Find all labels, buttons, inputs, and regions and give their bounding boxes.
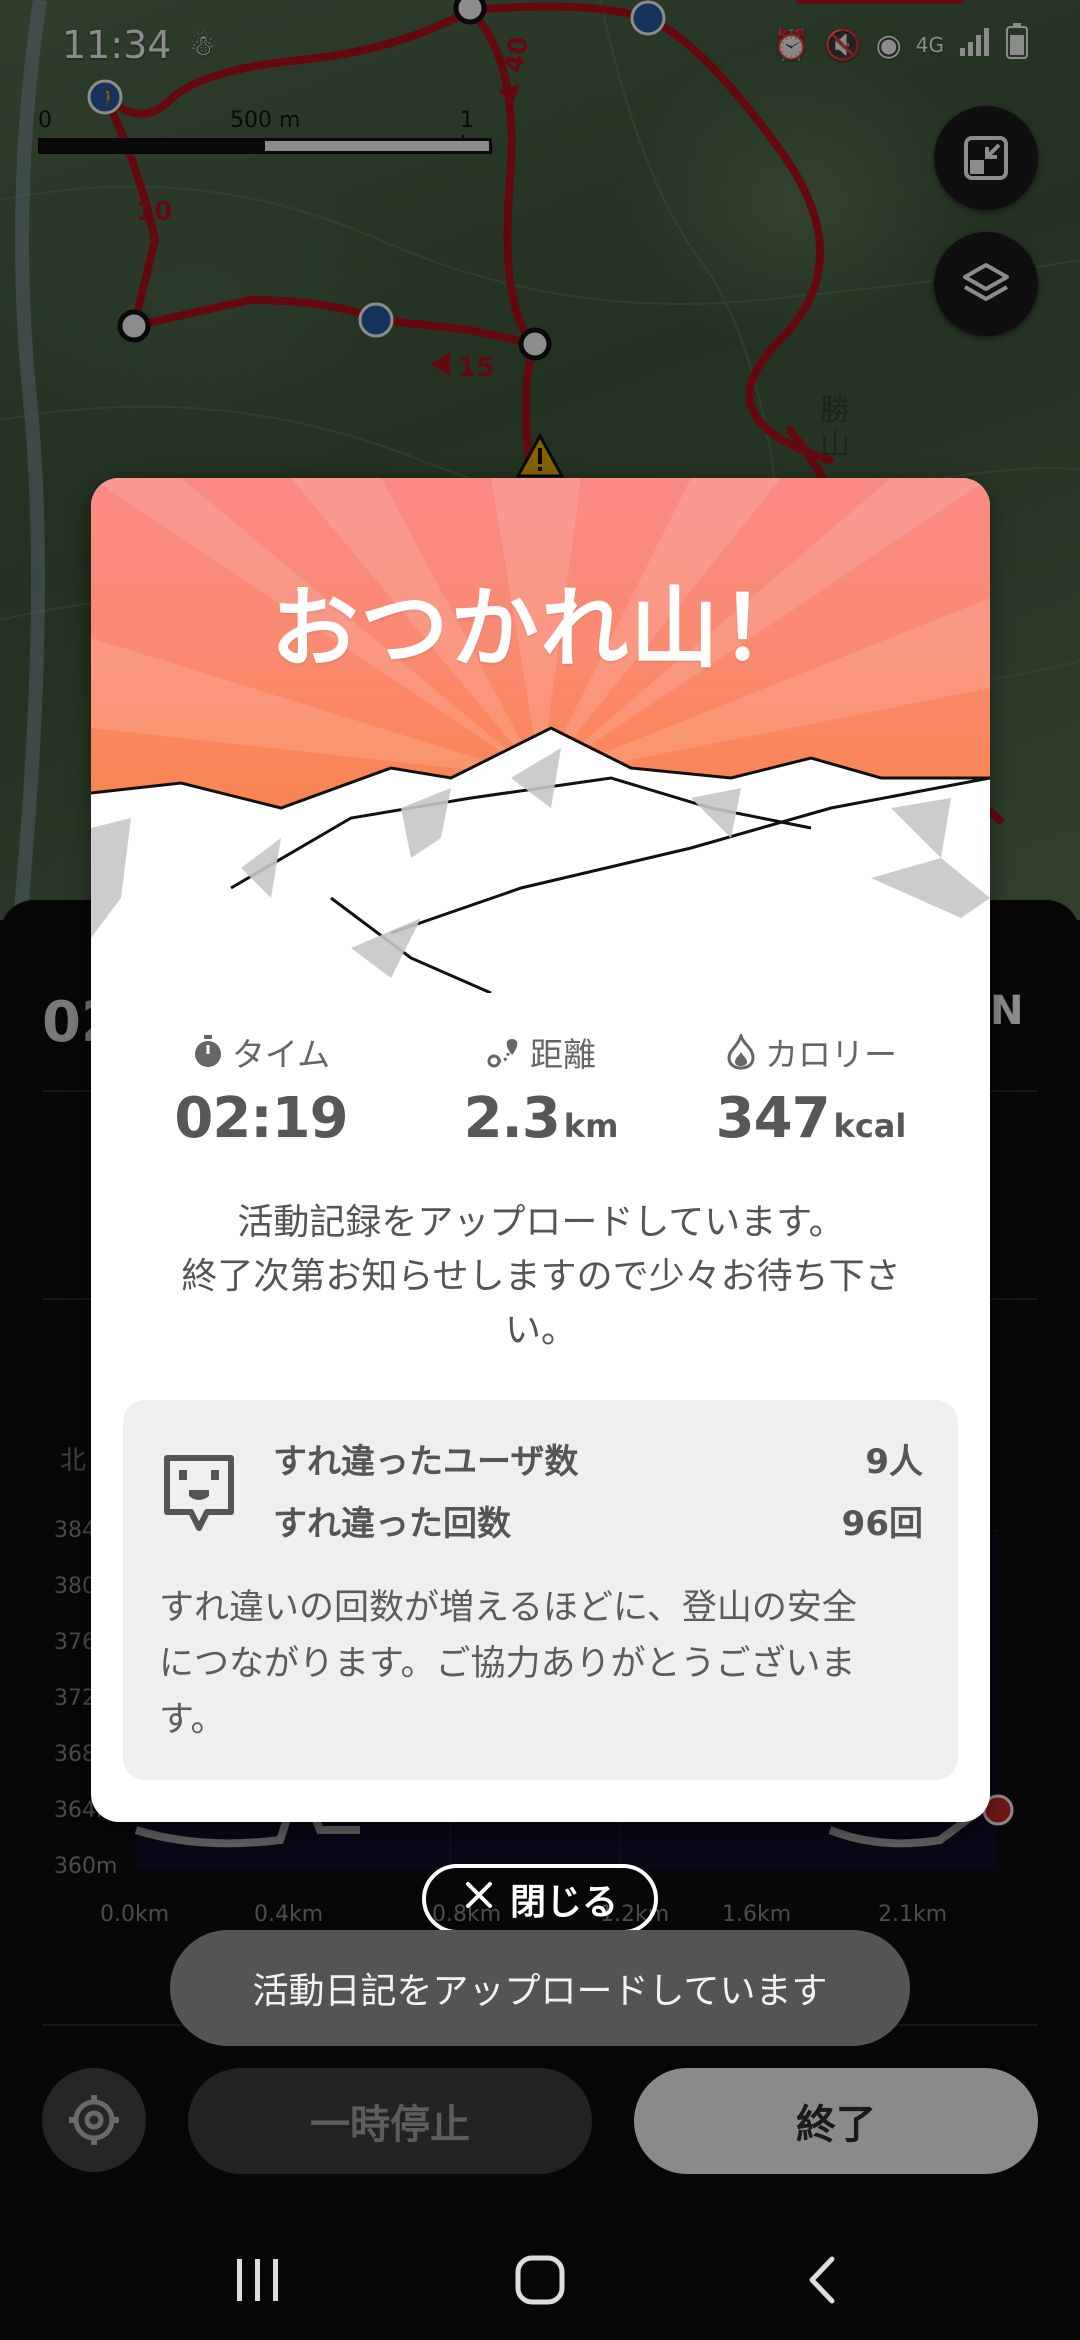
- recent-apps-icon: [237, 2259, 278, 2301]
- stat-time: タイム 02:19: [151, 1028, 371, 1151]
- pause-button[interactable]: 一時停止: [188, 2068, 592, 2174]
- stopwatch-icon: [194, 1035, 221, 1067]
- back-button[interactable]: [782, 2250, 862, 2310]
- recent-apps-button[interactable]: [218, 2250, 298, 2310]
- passing-face-icon: [164, 1455, 234, 1531]
- stat-calorie-unit: kcal: [833, 1107, 907, 1145]
- home-icon: [515, 2255, 565, 2305]
- dialog-title: おつかれ山！: [270, 577, 811, 680]
- close-button[interactable]: 閉じる: [422, 1864, 658, 1934]
- passing-note-line: につながります。ご協力ありがとうございま: [159, 1644, 856, 1684]
- stat-calorie: カロリー 347 kcal: [681, 1028, 941, 1151]
- upload-message-line: 終了次第お知らせしますので少々お待ち下さ: [181, 1256, 901, 1297]
- completion-dialog: おつかれ山！ タイム 02:19 距離 2.3 km カロリー 347 kcal…: [91, 478, 990, 1822]
- passing-count-value: 96回: [841, 1504, 923, 1544]
- close-button-label: 閉じる: [509, 1882, 618, 1923]
- upload-message: 活動記録をアップロードしています。 終了次第お知らせしますので少々お待ち下さ い…: [141, 1196, 941, 1358]
- passing-count-row: すれ違った回数 96回: [273, 1496, 923, 1545]
- sunburst-illustration: [91, 478, 990, 993]
- close-icon: [462, 1878, 496, 1921]
- stat-distance: 距離 2.3 km: [431, 1028, 651, 1151]
- end-button[interactable]: 終了: [634, 2068, 1038, 2174]
- stat-distance-unit: km: [563, 1107, 619, 1145]
- passing-users-row: すれ違ったユーザ数 9人: [273, 1434, 923, 1483]
- stats-row: タイム 02:19 距離 2.3 km カロリー 347 kcal: [91, 1028, 990, 1178]
- stat-calorie-label: カロリー: [765, 1035, 897, 1074]
- route-icon: [487, 1039, 518, 1068]
- system-nav-bar: [0, 2220, 1080, 2340]
- toast-text: 活動日記をアップロードしています: [252, 1971, 828, 2012]
- back-icon: [809, 2256, 835, 2304]
- passing-note-line: す。: [159, 1700, 226, 1740]
- hero-banner: おつかれ山！: [91, 478, 990, 993]
- upload-toast: 活動日記をアップロードしています: [170, 1930, 910, 2046]
- passing-info-box: すれ違ったユーザ数 9人 すれ違った回数 96回 すれ違いの回数が増えるほどに、…: [123, 1400, 958, 1780]
- passing-users-value: 9人: [865, 1442, 923, 1482]
- passing-note: すれ違いの回数が増えるほどに、登山の安全 につながります。ご協力ありがとうござい…: [159, 1580, 929, 1748]
- stat-time-label: タイム: [231, 1035, 331, 1074]
- stat-distance-value: 2.3: [463, 1086, 561, 1151]
- stat-time-value: 02:19: [174, 1086, 348, 1151]
- upload-message-line: い。: [504, 1310, 577, 1351]
- home-button[interactable]: [500, 2250, 580, 2310]
- gear-icon: [69, 2095, 119, 2145]
- stat-distance-label: 距離: [530, 1035, 596, 1074]
- passing-users-label: すれ違ったユーザ数: [273, 1442, 579, 1482]
- passing-note-line: すれ違いの回数が増えるほどに、登山の安全: [159, 1588, 857, 1628]
- flame-icon: [727, 1034, 755, 1070]
- upload-message-line: 活動記録をアップロードしています。: [237, 1202, 845, 1243]
- settings-button[interactable]: [42, 2068, 146, 2172]
- passing-count-label: すれ違った回数: [273, 1504, 511, 1544]
- stat-calorie-value: 347: [715, 1086, 831, 1151]
